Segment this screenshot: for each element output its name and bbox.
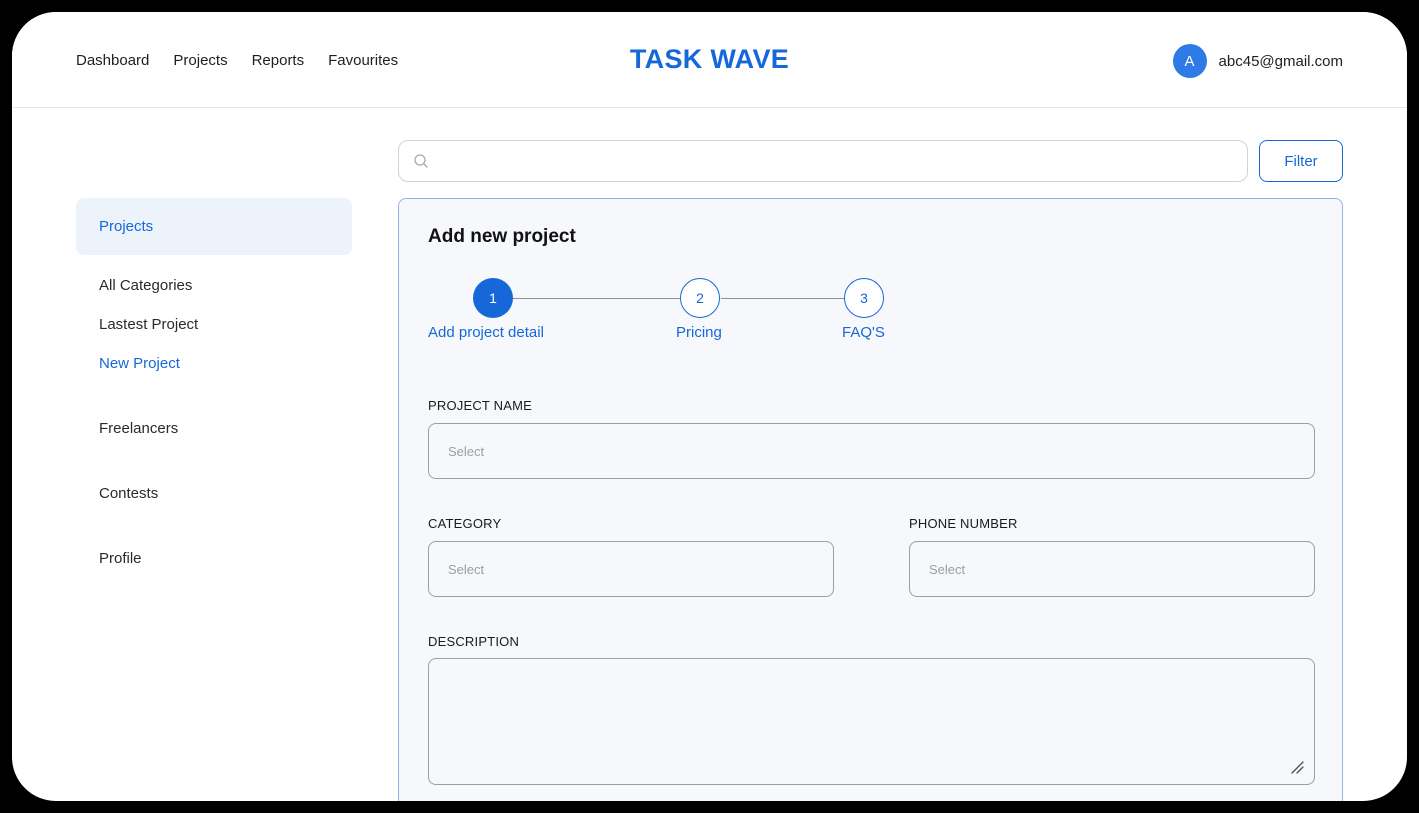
avatar[interactable]: A bbox=[1172, 44, 1207, 78]
nav-favourites[interactable]: Favourites bbox=[328, 52, 398, 69]
filter-button[interactable]: Filter bbox=[1259, 140, 1343, 182]
sidebar: Projects All Categories Lastest Project … bbox=[76, 198, 352, 567]
step-3-label[interactable]: FAQ'S bbox=[842, 324, 885, 341]
stepper-connector bbox=[505, 298, 693, 299]
user-menu[interactable]: A abc45@gmail.com bbox=[1172, 44, 1343, 78]
category-placeholder: Select bbox=[448, 562, 485, 577]
sidebar-item-freelancers[interactable]: Freelancers bbox=[99, 420, 352, 437]
phone-number-select[interactable]: Select bbox=[909, 541, 1315, 597]
search-bar[interactable] bbox=[398, 140, 1248, 182]
description-textarea[interactable] bbox=[428, 658, 1315, 785]
nav-projects[interactable]: Projects bbox=[173, 52, 227, 69]
category-select[interactable]: Select bbox=[428, 541, 834, 597]
phone-number-placeholder: Select bbox=[929, 562, 966, 577]
project-name-label: PROJECT NAME bbox=[428, 398, 533, 413]
sidebar-subnav: All Categories Lastest Project New Proje… bbox=[76, 277, 352, 394]
sidebar-item-profile[interactable]: Profile bbox=[99, 550, 352, 567]
sidebar-item-new-project[interactable]: New Project bbox=[99, 355, 352, 394]
app-screen: Dashboard Projects Reports Favourites TA… bbox=[12, 12, 1407, 801]
description-label: DESCRIPTION bbox=[428, 634, 520, 649]
step-3-circle[interactable]: 3 bbox=[844, 278, 884, 318]
sidebar-mainnav: Freelancers Contests Profile bbox=[76, 420, 352, 567]
sidebar-item-contests[interactable]: Contests bbox=[99, 485, 352, 502]
step-1-label[interactable]: Add project detail bbox=[428, 324, 544, 341]
top-nav: Dashboard Projects Reports Favourites bbox=[76, 52, 398, 69]
search-icon bbox=[414, 154, 428, 168]
sidebar-item-all-categories[interactable]: All Categories bbox=[99, 277, 352, 316]
project-name-select[interactable]: Select bbox=[428, 423, 1315, 479]
category-label: CATEGORY bbox=[428, 516, 502, 531]
nav-dashboard[interactable]: Dashboard bbox=[76, 52, 149, 69]
project-name-placeholder: Select bbox=[448, 444, 485, 459]
sidebar-item-projects[interactable]: Projects bbox=[76, 198, 352, 255]
step-2-label[interactable]: Pricing bbox=[676, 324, 722, 341]
sidebar-item-latest-project[interactable]: Lastest Project bbox=[99, 316, 352, 355]
stepper-connector bbox=[721, 298, 845, 299]
top-bar: Dashboard Projects Reports Favourites TA… bbox=[12, 12, 1407, 108]
search-input[interactable] bbox=[439, 149, 1229, 173]
nav-reports[interactable]: Reports bbox=[252, 52, 305, 69]
step-2-circle[interactable]: 2 bbox=[680, 278, 720, 318]
user-email: abc45@gmail.com bbox=[1218, 52, 1343, 70]
resize-handle-icon[interactable] bbox=[1289, 759, 1305, 775]
device-frame: Dashboard Projects Reports Favourites TA… bbox=[0, 0, 1419, 813]
add-project-card: Add new project 1 2 3 Add project detail… bbox=[398, 198, 1343, 801]
phone-number-label: PHONE NUMBER bbox=[909, 516, 1018, 531]
page-title: Add new project bbox=[428, 226, 576, 247]
step-1-circle[interactable]: 1 bbox=[473, 278, 513, 318]
